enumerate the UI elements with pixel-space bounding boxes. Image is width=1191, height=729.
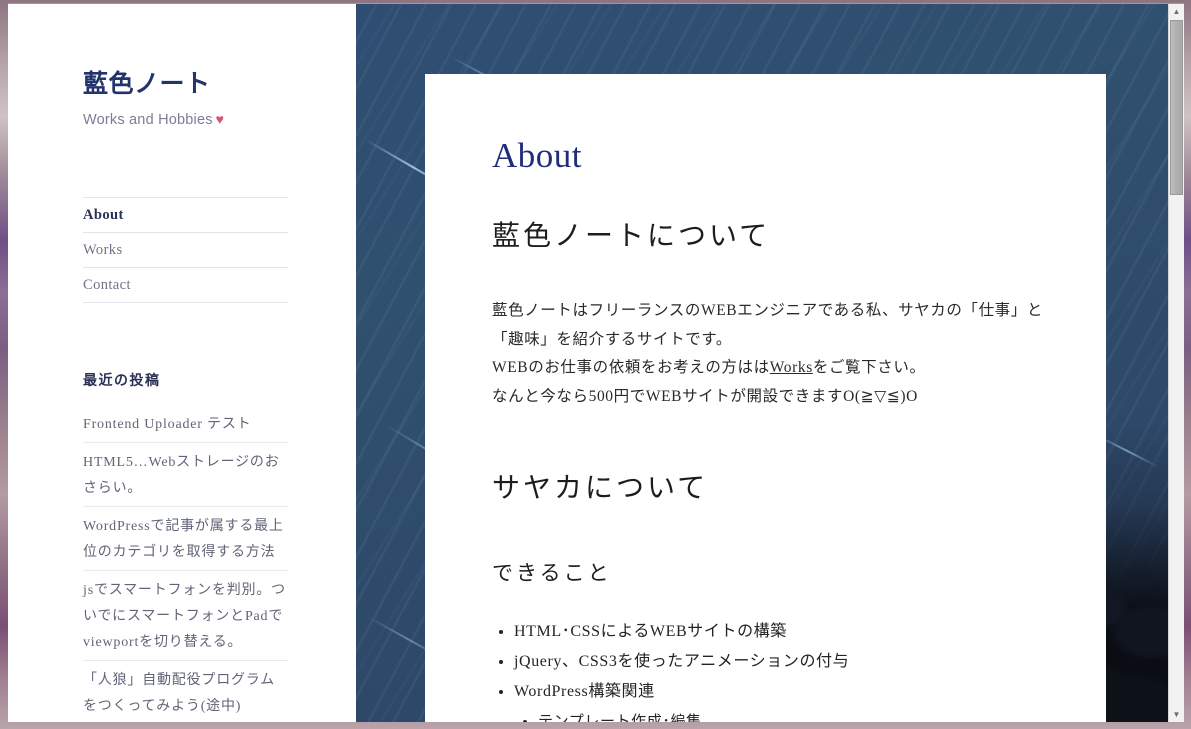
heart-icon: ♥ <box>215 111 225 127</box>
sidebar: 藍色ノート Works and Hobbies ♥ About Works Con… <box>8 4 356 722</box>
skills-list: HTML･CSSによるWEBサイトの構築 jQuery、CSS3を使ったアニメー… <box>492 617 1052 722</box>
site-title[interactable]: 藍色ノート <box>83 70 211 100</box>
skills-list-item-label: jQuery、CSS3を使ったアニメーションの付与 <box>514 653 850 671</box>
recent-posts-widget: 最近の投稿 Frontend Uploader テスト HTML5…Webストレ… <box>83 370 288 722</box>
skills-sublist-item-label: テンプレート作成･編集 <box>538 714 702 722</box>
about-paragraph-line-2-before: WEBのお仕事の依頼をお考えの方はは <box>492 359 770 377</box>
site-tagline: Works and Hobbies ♥ <box>83 111 224 128</box>
content-card: About 藍色ノートについて 藍色ノートはフリーランスのWEBエンジニアである… <box>425 74 1106 722</box>
about-paragraph-line-2-after: をご覧下さい。 <box>812 359 926 377</box>
about-site-paragraph: 藍色ノートはフリーランスのWEBエンジニアである私、サヤカの「仕事」と「趣味」を… <box>492 297 1052 411</box>
nav-item-about[interactable]: About <box>83 198 288 233</box>
recent-post-item[interactable]: 「人狼」自動配役プログラムをつくってみよう(途中) <box>83 668 288 722</box>
recent-posts-title: 最近の投稿 <box>83 374 161 389</box>
section-heading-skills: できること <box>492 560 612 585</box>
section-heading-about-site: 藍色ノートについて <box>492 221 771 252</box>
nav-item-contact[interactable]: Contact <box>83 268 288 303</box>
about-paragraph-line-1: 藍色ノートはフリーランスのWEBエンジニアである私、サヤカの「仕事」と「趣味」を… <box>492 302 1043 348</box>
skills-list-item: HTML･CSSによるWEBサイトの構築 <box>514 617 1052 647</box>
about-paragraph-line-3: なんと今なら500円でWEBサイトが開設できますO(≧▽≦)O <box>492 387 918 405</box>
browser-window-frame: 藍色ノート Works and Hobbies ♥ About Works Con… <box>0 0 1191 729</box>
skills-sublist: テンプレート作成･編集 <box>514 707 1052 722</box>
section-heading-about-me: サヤカについて <box>492 473 709 505</box>
scroll-down-arrow-icon[interactable]: ▼ <box>1169 707 1184 722</box>
page-title: About <box>492 136 582 175</box>
scrollbar-thumb[interactable] <box>1170 20 1183 195</box>
nav-item-works[interactable]: Works <box>83 233 288 268</box>
article-body: 藍色ノートについて 藍色ノートはフリーランスのWEBエンジニアである私、サヤカの… <box>492 219 1052 722</box>
recent-post-item[interactable]: WordPressで記事が属する最上位のカテゴリを取得する方法 <box>83 514 288 571</box>
recent-post-item[interactable]: jsでスマートフォンを判別。ついでにスマートフォンとPadでviewportを切… <box>83 578 288 661</box>
web-page: 藍色ノート Works and Hobbies ♥ About Works Con… <box>8 4 1168 722</box>
skills-list-item-label: WordPress構築関連 <box>514 683 655 701</box>
scroll-up-arrow-icon[interactable]: ▲ <box>1169 4 1184 19</box>
main-navigation: About Works Contact <box>83 197 288 303</box>
site-tagline-text: Works and Hobbies <box>83 112 213 128</box>
skills-list-item-label: HTML･CSSによるWEBサイトの構築 <box>514 623 787 641</box>
recent-post-item[interactable]: HTML5…Webストレージのおさらい。 <box>83 450 288 507</box>
works-inline-link[interactable]: Works <box>770 359 813 376</box>
skills-list-item: WordPress構築関連 テンプレート作成･編集 <box>514 677 1052 722</box>
vertical-scrollbar[interactable]: ▲ ▼ <box>1168 4 1184 722</box>
recent-post-item[interactable]: Frontend Uploader テスト <box>83 412 288 443</box>
skills-sublist-item: テンプレート作成･編集 <box>538 707 1052 722</box>
browser-viewport: 藍色ノート Works and Hobbies ♥ About Works Con… <box>8 3 1184 722</box>
skills-list-item: jQuery、CSS3を使ったアニメーションの付与 <box>514 647 1052 677</box>
